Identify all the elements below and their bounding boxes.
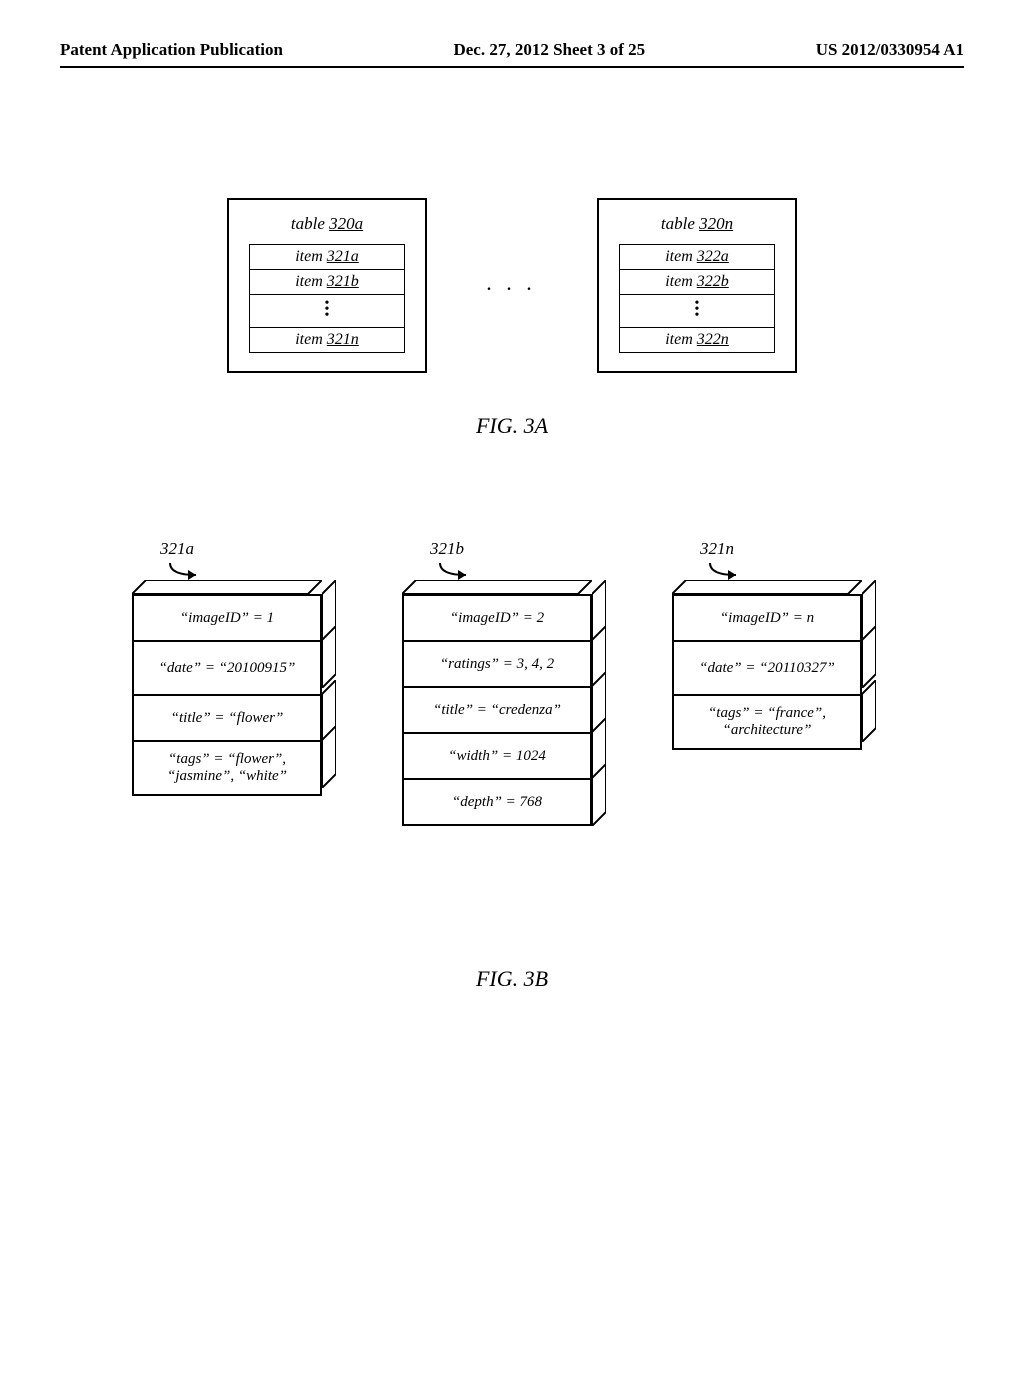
block-row: “tags” = “flower”, “jasmine”, “white”	[132, 740, 322, 796]
block-row-text: “imageID” = 1	[132, 594, 322, 642]
fig3b-caption: FIG. 3B	[60, 966, 964, 992]
block-row-text: “depth” = 768	[402, 778, 592, 826]
header-center: Dec. 27, 2012 Sheet 3 of 25	[453, 40, 645, 60]
item-prefix: item	[295, 248, 327, 265]
block-321a-stack: “imageID” = 1 “date” = “20100915” “title…	[132, 594, 352, 796]
block-row: “imageID” = 2	[402, 594, 592, 642]
block-321n: 321n “imageID” = n “date” = “20110327” “…	[672, 539, 892, 750]
horizontal-ellipsis-icon: . . .	[487, 277, 537, 295]
item-322b: item 322b	[620, 269, 774, 294]
block-row: “date” = “20110327”	[672, 640, 862, 696]
item-ref: 321b	[327, 273, 359, 290]
table-title-ref: 320n	[699, 214, 733, 233]
block-321b-stack: “imageID” = 2 “ratings” = 3, 4, 2 “title…	[402, 594, 622, 826]
item-prefix: item	[665, 248, 697, 265]
table-320a-title: table 320a	[249, 214, 405, 234]
item-ref: 322a	[697, 248, 729, 265]
table-title-prefix: table	[291, 214, 329, 233]
block-321n-label: 321n	[700, 539, 892, 559]
item-prefix: item	[665, 331, 697, 348]
block-row-text: “title” = “credenza”	[402, 686, 592, 734]
block-row-text: “ratings” = 3, 4, 2	[402, 640, 592, 688]
item-322a: item 322a	[620, 245, 774, 269]
header-left: Patent Application Publication	[60, 40, 283, 60]
block-row-text: “date” = “20100915”	[132, 640, 322, 696]
table-title-ref: 320a	[329, 214, 363, 233]
item-321b: item 321b	[250, 269, 404, 294]
item-ref: 321a	[327, 248, 359, 265]
item-ref: 321n	[327, 331, 359, 348]
item-ref: 322b	[697, 273, 729, 290]
fig3a-tables-row: table 320a item 321a item 321b ••• item …	[60, 198, 964, 373]
table-320n: table 320n item 322a item 322b ••• item …	[597, 198, 797, 373]
block-row: “tags” = “france”, “architecture”	[672, 694, 862, 750]
block-321n-stack: “imageID” = n “date” = “20110327” “tags”…	[672, 594, 892, 750]
item-prefix: item	[295, 273, 327, 290]
item-321a: item 321a	[250, 245, 404, 269]
figure-3a: table 320a item 321a item 321b ••• item …	[60, 198, 964, 439]
block-row: “imageID” = n	[672, 594, 862, 642]
page-body: table 320a item 321a item 321b ••• item …	[0, 68, 1024, 1388]
block-row-text: “tags” = “france”, “architecture”	[672, 694, 862, 750]
block-row: “ratings” = 3, 4, 2	[402, 640, 592, 688]
item-321n: item 321n	[250, 327, 404, 352]
block-321a: 321a “imageID” = 1 “date” = “20100915” “…	[132, 539, 352, 796]
table-320a: table 320a item 321a item 321b ••• item …	[227, 198, 427, 373]
item-322n: item 322n	[620, 327, 774, 352]
item-ref: 322n	[697, 331, 729, 348]
vertical-ellipsis-icon: •••	[250, 294, 404, 327]
block-row: “imageID” = 1	[132, 594, 322, 642]
block-321b-label: 321b	[430, 539, 622, 559]
table-320n-title: table 320n	[619, 214, 775, 234]
block-row: “depth” = 768	[402, 778, 592, 826]
block-row-text: “title” = “flower”	[132, 694, 322, 742]
figure-3b: 321a “imageID” = 1 “date” = “20100915” “…	[60, 539, 964, 826]
block-row-text: “tags” = “flower”, “jasmine”, “white”	[132, 740, 322, 796]
block-row: “title” = “credenza”	[402, 686, 592, 734]
block-row-text: “width” = 1024	[402, 732, 592, 780]
header-right: US 2012/0330954 A1	[816, 40, 964, 60]
vertical-ellipsis-icon: •••	[620, 294, 774, 327]
block-row: “date” = “20100915”	[132, 640, 322, 696]
block-row-text: “imageID” = n	[672, 594, 862, 642]
table-320a-items: item 321a item 321b ••• item 321n	[249, 244, 405, 353]
block-row: “width” = 1024	[402, 732, 592, 780]
table-title-prefix: table	[661, 214, 699, 233]
page-header: Patent Application Publication Dec. 27, …	[60, 40, 964, 60]
table-320n-items: item 322a item 322b ••• item 322n	[619, 244, 775, 353]
block-row-text: “imageID” = 2	[402, 594, 592, 642]
block-321a-label: 321a	[160, 539, 352, 559]
block-row-text: “date” = “20110327”	[672, 640, 862, 696]
block-321b: 321b “imageID” = 2 “ratings” = 3, 4, 2 “…	[402, 539, 622, 826]
block-row: “title” = “flower”	[132, 694, 322, 742]
item-prefix: item	[295, 331, 327, 348]
fig3a-caption: FIG. 3A	[60, 413, 964, 439]
item-prefix: item	[665, 273, 697, 290]
